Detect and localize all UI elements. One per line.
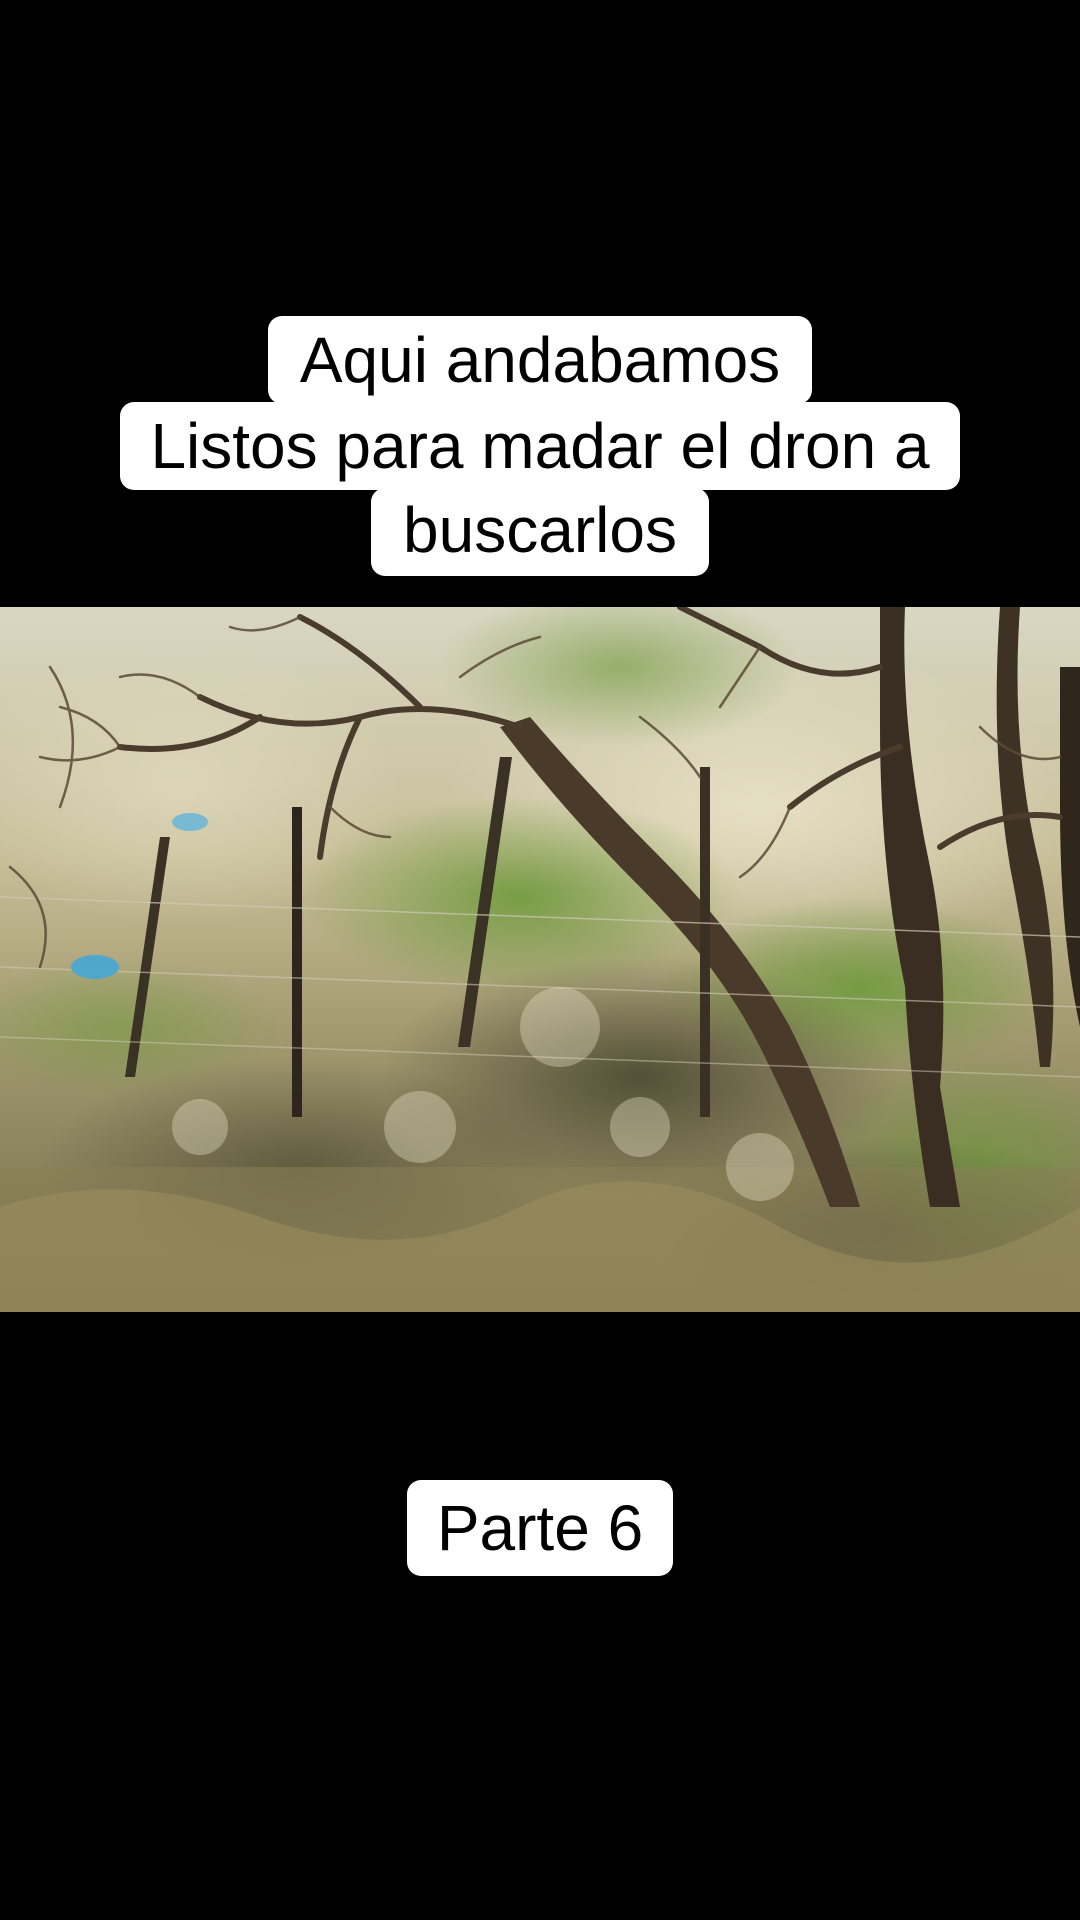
caption-line-1: Aqui andabamos [267, 316, 813, 404]
forest-scene-image [0, 607, 1080, 1312]
caption-block: Aqui andabamos Listos para madar el dron… [0, 316, 1080, 576]
video-frame[interactable] [0, 607, 1080, 1312]
caption-line-3: buscarlos [371, 488, 709, 576]
video-screen: Aqui andabamos Listos para madar el dron… [0, 0, 1080, 1920]
part-label: Parte 6 [406, 1480, 674, 1576]
caption-line-2: Listos para madar el dron a [120, 402, 960, 490]
part-label-container: Parte 6 [0, 1480, 1080, 1576]
